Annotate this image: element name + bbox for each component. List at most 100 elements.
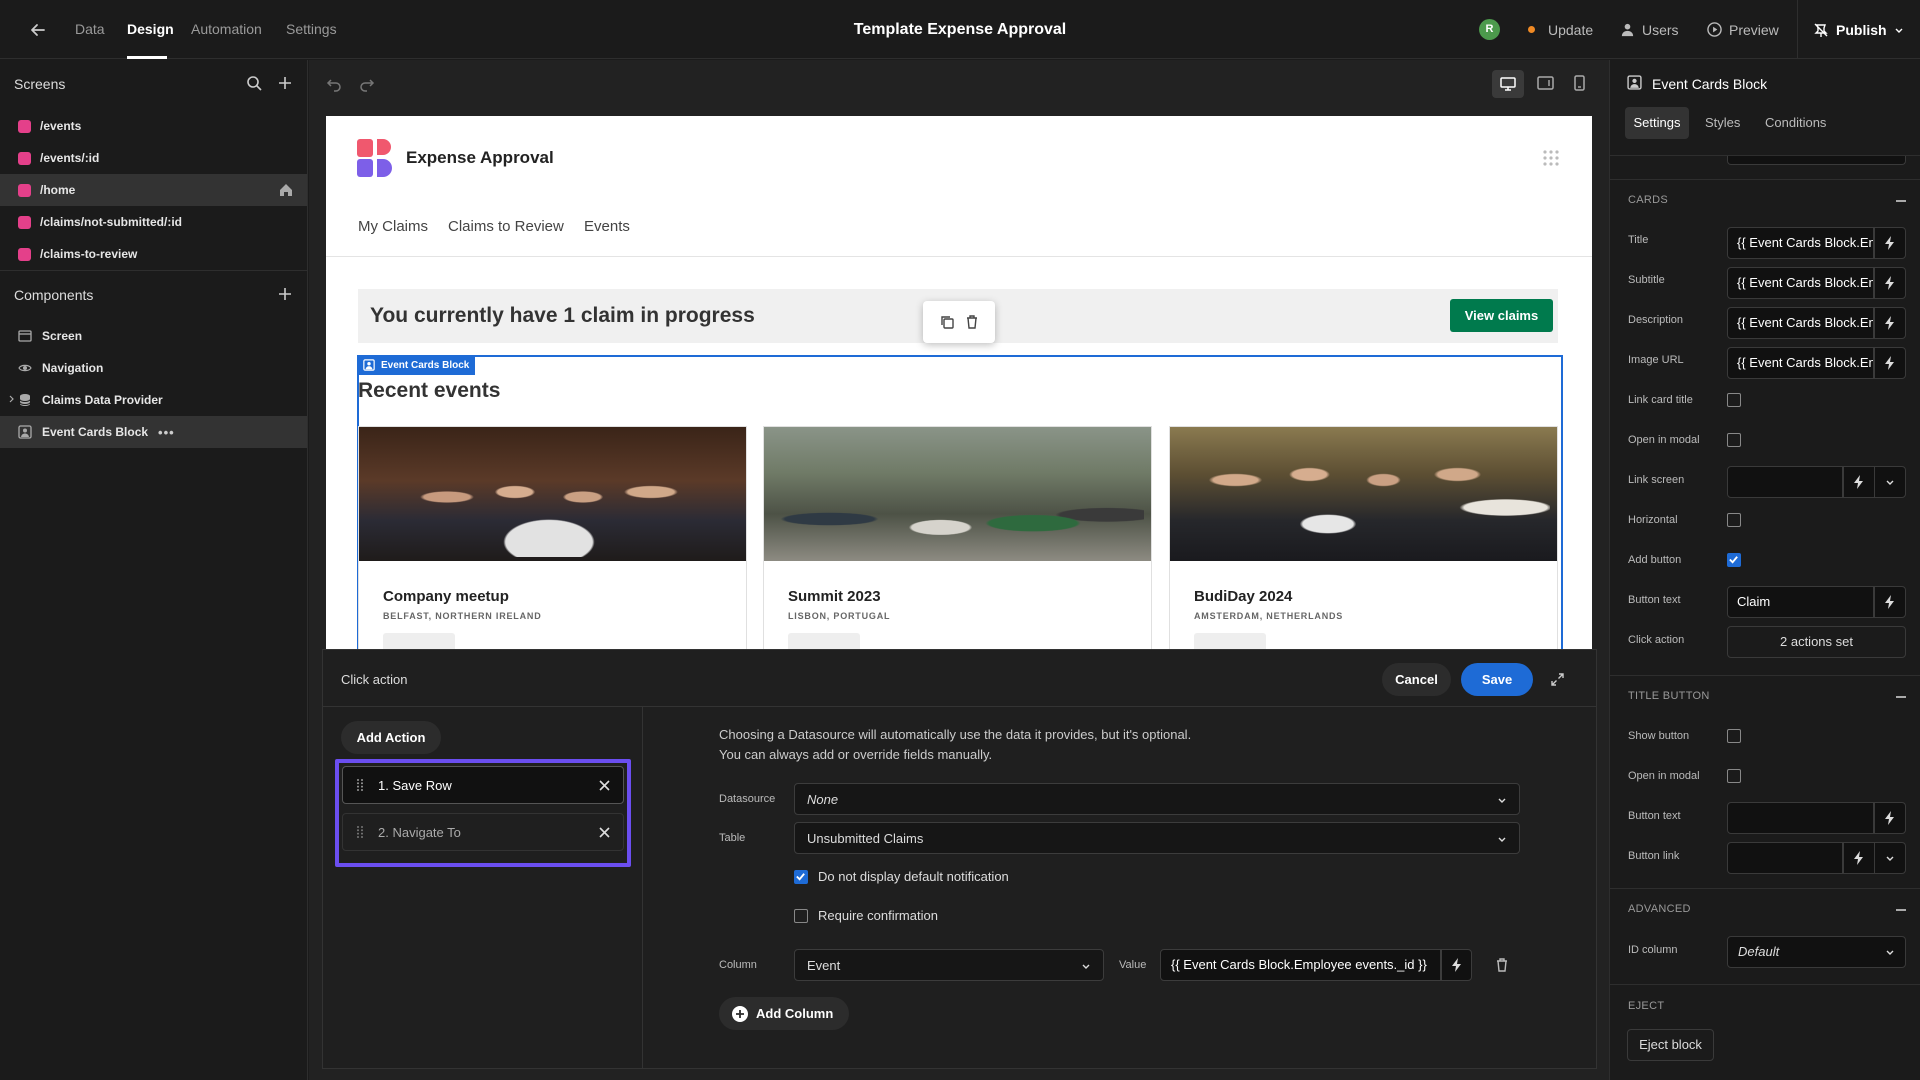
column-select[interactable]: Event [794,949,1104,981]
users-button[interactable]: Users [1620,0,1679,59]
event-card[interactable]: BudiDay 2024 AMSTERDAM, NETHERLANDS [1169,426,1558,649]
redo-icon[interactable] [359,76,375,92]
title-input[interactable]: {{ Event Cards Block.Employee events.Nam… [1727,227,1874,259]
tab-settings[interactable]: Settings [1625,107,1689,139]
event-card[interactable]: Company meetup BELFAST, NORTHERN IRELAND [358,426,747,649]
preview-button[interactable]: Preview [1707,0,1779,59]
tb-button-text-input[interactable] [1727,802,1874,834]
tb-button-text-label: Button text [1628,810,1681,822]
avatar[interactable]: R [1479,19,1500,40]
button-text-input[interactable]: Claim [1727,586,1874,618]
component-item-event-cards-block[interactable]: Event Cards Block ••• [0,416,307,448]
chevron-down-icon[interactable] [1874,842,1906,874]
action-label: 1. Save Row [378,777,452,793]
component-item-navigation[interactable]: Navigation [0,352,307,384]
screen-color-marker [18,215,31,229]
nav-my-claims[interactable]: My Claims [358,218,428,235]
add-button-checkbox[interactable] [1727,553,1741,567]
require-confirmation-checkbox[interactable] [794,909,808,923]
drag-handle-icon[interactable] [356,778,364,792]
claim-button[interactable] [788,633,860,649]
collapse-icon[interactable] [1896,909,1906,911]
column-value: Event [807,957,841,973]
link-screen-input[interactable] [1727,466,1843,498]
desktop-view-icon[interactable] [1492,70,1524,98]
component-item-claims-data-provider[interactable]: Claims Data Provider [0,384,307,416]
link-card-title-checkbox[interactable] [1727,393,1741,407]
show-button-checkbox[interactable] [1727,729,1741,743]
open-in-modal-checkbox[interactable] [1727,433,1741,447]
cancel-button[interactable]: Cancel [1382,663,1451,696]
duplicate-icon[interactable] [940,315,954,329]
binding-bolt-icon[interactable] [1874,307,1906,339]
add-component-icon[interactable] [277,286,293,302]
screen-item-selected[interactable]: /home [0,174,307,206]
collapse-icon[interactable] [1896,696,1906,698]
binding-bolt-icon[interactable] [1843,842,1875,874]
tab-settings[interactable]: Settings [286,0,337,59]
expand-icon[interactable] [1550,672,1565,687]
tab-styles[interactable]: Styles [1705,115,1740,130]
update-button[interactable]: Update [1528,0,1593,59]
tb-open-in-modal-checkbox[interactable] [1727,769,1741,783]
horizontal-checkbox[interactable] [1727,513,1741,527]
datasource-select[interactable]: None [794,783,1520,815]
publish-button[interactable]: Publish [1813,0,1904,59]
chevron-down-icon[interactable] [1874,466,1906,498]
tablet-view-icon[interactable] [1537,76,1554,90]
click-action-button[interactable]: 2 actions set [1727,626,1906,658]
close-icon[interactable] [599,780,610,791]
tab-automation[interactable]: Automation [191,0,262,59]
claim-button[interactable] [383,633,455,649]
tab-design[interactable]: Design [127,0,174,59]
delete-icon[interactable] [966,315,978,329]
image-url-input[interactable]: {{ Event Cards Block.Employee events.Ima… [1727,347,1874,379]
more-options-icon[interactable]: ••• [158,425,175,440]
screen-item[interactable]: /claims-to-review [0,238,307,270]
close-icon[interactable] [599,827,610,838]
subtitle-input[interactable]: {{ Event Cards Block.Employee events.Loc… [1727,267,1874,299]
tab-data[interactable]: Data [75,0,105,59]
binding-bolt-icon[interactable] [1874,802,1906,834]
save-button[interactable]: Save [1461,663,1533,696]
view-claims-button[interactable]: View claims [1450,299,1553,332]
action-item[interactable]: 2. Navigate To [342,813,624,851]
back-arrow-icon[interactable] [28,20,48,40]
grid-dots-icon[interactable] [1542,149,1560,167]
collapse-icon[interactable] [1896,200,1906,202]
search-icon[interactable] [246,75,262,91]
add-column-button[interactable]: Add Column [719,997,849,1030]
nav-events[interactable]: Events [584,218,630,235]
add-action-button[interactable]: Add Action [341,721,441,754]
binding-bolt-icon[interactable] [1874,267,1906,299]
app-preview: Expense Approval My Claims Claims to Rev… [326,116,1592,649]
table-select[interactable]: Unsubmitted Claims [794,822,1520,854]
eject-block-button[interactable]: Eject block [1627,1029,1714,1061]
claim-button[interactable] [1194,633,1266,649]
trash-icon[interactable] [1496,958,1508,972]
binding-bolt-icon[interactable] [1843,466,1875,498]
nav-claims-to-review[interactable]: Claims to Review [448,218,564,235]
undo-icon[interactable] [326,76,342,92]
screen-item[interactable]: /events/:id [0,142,307,174]
value-input[interactable]: {{ Event Cards Block.Employee events._id… [1160,949,1441,981]
id-column-select[interactable]: Default [1727,936,1906,968]
tab-conditions[interactable]: Conditions [1765,115,1826,130]
screen-item[interactable]: /events [0,110,307,142]
binding-bolt-icon[interactable] [1441,949,1472,981]
event-card[interactable]: Summit 2023 LISBON, PORTUGAL [763,426,1152,649]
component-item-screen[interactable]: Screen [0,320,307,352]
tb-button-link-input[interactable] [1727,842,1843,874]
mobile-view-icon[interactable] [1574,75,1585,91]
add-screen-icon[interactable] [277,75,293,91]
screen-item[interactable]: /claims/not-submitted/:id [0,206,307,238]
screen-color-marker [18,247,31,261]
description-input[interactable]: {{ Event Cards Block.Employee events.Des… [1727,307,1874,339]
drag-handle-icon[interactable] [356,825,364,839]
action-item-selected[interactable]: 1. Save Row [342,766,624,804]
binding-bolt-icon[interactable] [1874,586,1906,618]
binding-bolt-icon[interactable] [1874,347,1906,379]
binding-bolt-icon[interactable] [1874,227,1906,259]
chevron-down-icon [1885,947,1895,957]
no-notification-checkbox[interactable] [794,870,808,884]
